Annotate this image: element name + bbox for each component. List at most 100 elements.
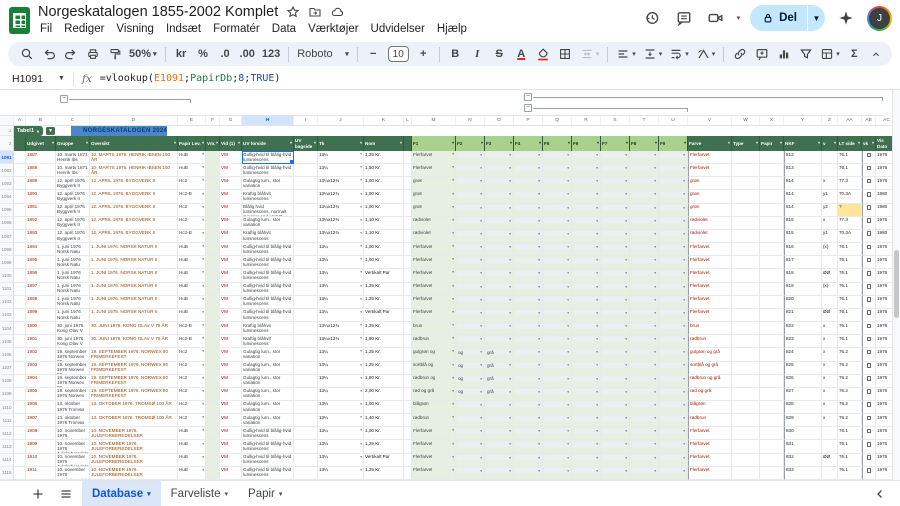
dropdown-pill[interactable]: ▾ bbox=[486, 324, 512, 329]
cell-T1112[interactable]: ▾ bbox=[630, 427, 659, 440]
dropdown-pill[interactable]: ▾ bbox=[457, 231, 483, 236]
cell-Z1101[interactable]: (x) bbox=[822, 283, 838, 296]
dropdown-pill[interactable]: ▾ bbox=[486, 179, 512, 184]
checkbox[interactable] bbox=[867, 218, 872, 223]
cell-Z1099[interactable] bbox=[822, 256, 838, 269]
cell-Q1097[interactable]: ▾ bbox=[543, 230, 572, 243]
decrease-decimal-button[interactable]: .0 bbox=[215, 44, 236, 64]
cell-D1105[interactable]: 30. JUNI 1976. KONG OLAV V 75 ÅR bbox=[90, 335, 178, 348]
dropdown-pill[interactable]: ▾ bbox=[573, 416, 599, 421]
dropdown-pill[interactable]: ▾ bbox=[544, 231, 570, 236]
checkbox[interactable] bbox=[867, 271, 872, 276]
cell-R1103[interactable]: ▾ bbox=[572, 309, 601, 322]
cell-G1099[interactable]: VM bbox=[220, 256, 242, 269]
cell-B1104[interactable]: 1900 bbox=[26, 322, 56, 335]
cell-I1092[interactable] bbox=[294, 164, 318, 177]
cell-N1106[interactable]: og▾ bbox=[456, 348, 485, 361]
checkbox[interactable] bbox=[867, 402, 872, 407]
cell-U1101[interactable]: ▾ bbox=[659, 283, 688, 296]
cell-H1114[interactable]: Gullig-hvid til blålig-hvid luminescens bbox=[242, 454, 294, 467]
cell-S1091[interactable]: ▾ bbox=[601, 151, 630, 164]
cell-T1102[interactable]: ▾ bbox=[630, 296, 659, 309]
cell-R1098[interactable]: ▾ bbox=[572, 243, 601, 256]
cell-Y1115[interactable]: 833 bbox=[784, 467, 822, 480]
cell-R1102[interactable]: ▾ bbox=[572, 296, 601, 309]
merge-cells-button[interactable]: ▾ bbox=[577, 44, 603, 64]
row-number[interactable]: 1104 bbox=[0, 322, 14, 335]
cell-AA1109[interactable]: 76.2 bbox=[838, 388, 862, 401]
meet-video-icon[interactable] bbox=[705, 7, 727, 29]
cell-Z1102[interactable] bbox=[822, 296, 838, 309]
menu-data[interactable]: Data bbox=[266, 22, 302, 36]
checkbox[interactable] bbox=[867, 205, 872, 210]
cell-A1102[interactable] bbox=[14, 296, 26, 309]
column-group-toggle[interactable]: − bbox=[60, 95, 68, 103]
column-letter-Q[interactable]: Q bbox=[543, 116, 572, 125]
cell-P1102[interactable]: ▾ bbox=[514, 296, 543, 309]
cell-R1108[interactable]: ▾ bbox=[572, 375, 601, 388]
cell-U1096[interactable]: ▾ bbox=[659, 217, 688, 230]
cell-U1103[interactable]: ▾ bbox=[659, 309, 688, 322]
cell-F1091[interactable] bbox=[206, 151, 220, 164]
dropdown-pill[interactable]: ▾ bbox=[602, 402, 628, 407]
cell-T1095[interactable]: ▾ bbox=[630, 204, 659, 217]
cell-V1092[interactable]: Flerfarvet bbox=[688, 164, 732, 177]
cell-J1105[interactable]: 13¼x12¾▾ bbox=[318, 335, 364, 348]
cell-F1110[interactable] bbox=[206, 401, 220, 414]
dropdown-cell[interactable]: Flerfarvet▾ bbox=[413, 309, 454, 314]
cell-C1093[interactable]: 12. april 1976 Byggverk II bbox=[56, 177, 90, 190]
dropdown-pill[interactable]: ▾ bbox=[573, 376, 599, 381]
cell-V1113[interactable]: Flerfarvet bbox=[688, 440, 732, 453]
row-number[interactable]: 1098 bbox=[0, 243, 14, 256]
cell-AA1102[interactable]: 76.1 bbox=[838, 296, 862, 309]
cell-P1091[interactable]: ▾ bbox=[514, 151, 543, 164]
cell-E1113[interactable]: HuB▾ bbox=[178, 440, 206, 453]
cell-U1110[interactable]: ▾ bbox=[659, 401, 688, 414]
dropdown-pill[interactable]: grå▾ bbox=[486, 363, 512, 368]
cell-R1100[interactable]: ▾ bbox=[572, 269, 601, 282]
cell-J1101[interactable]: 13¼▾ bbox=[318, 283, 364, 296]
dropdown-cell[interactable]: Hc2-B▾ bbox=[179, 230, 204, 235]
cell-U1099[interactable]: ▾ bbox=[659, 256, 688, 269]
dropdown-cell[interactable]: rødviolet▾ bbox=[413, 217, 454, 222]
cell-L1097[interactable] bbox=[404, 230, 412, 243]
cell-W1101[interactable] bbox=[732, 283, 760, 296]
cell-Q1094[interactable]: ▾ bbox=[543, 190, 572, 203]
cell-G1095[interactable]: VM bbox=[220, 204, 242, 217]
dropdown-pill[interactable]: ▾ bbox=[573, 166, 599, 171]
cell-W1095[interactable] bbox=[732, 204, 760, 217]
cell-A1098[interactable] bbox=[14, 243, 26, 256]
cell-P1098[interactable]: ▾ bbox=[514, 243, 543, 256]
cell-F1104[interactable] bbox=[206, 322, 220, 335]
cell-H1097[interactable]: Kraftig blåhvit luminescens bbox=[242, 230, 294, 243]
dropdown-pill[interactable]: ▾ bbox=[486, 205, 512, 210]
cell-M1109[interactable]: rød og grå▾ bbox=[412, 388, 456, 401]
cell-S1101[interactable]: ▾ bbox=[601, 283, 630, 296]
dropdown-pill[interactable]: ▾ bbox=[515, 231, 541, 236]
row-number[interactable]: 1105 bbox=[0, 335, 14, 348]
cell-G1115[interactable]: VM bbox=[220, 467, 242, 480]
cell-Z1113[interactable] bbox=[822, 440, 838, 453]
menu-indsæt[interactable]: Indsæt bbox=[160, 22, 207, 36]
dropdown-cell[interactable]: 13¼▾ bbox=[319, 362, 362, 367]
cell-AB1103[interactable] bbox=[862, 309, 876, 322]
dropdown-pill[interactable]: ▾ bbox=[515, 310, 541, 315]
dropdown-pill[interactable]: ▾ bbox=[660, 258, 686, 263]
dropdown-pill[interactable]: ▾ bbox=[515, 192, 541, 197]
dropdown-pill[interactable]: ▾ bbox=[631, 205, 657, 210]
cell-A1114[interactable] bbox=[14, 454, 26, 467]
dropdown-pill[interactable]: ▾ bbox=[515, 363, 541, 368]
font-select[interactable]: Roboto▾ bbox=[294, 44, 352, 64]
row-number[interactable]: 1091 bbox=[0, 151, 14, 164]
dropdown-cell[interactable]: HuB▾ bbox=[179, 467, 204, 472]
cell-P1099[interactable]: ▾ bbox=[514, 256, 543, 269]
cell-Z1094[interactable]: y1 bbox=[822, 190, 838, 203]
dropdown-pill[interactable]: ▾ bbox=[660, 310, 686, 315]
chevron-left-icon[interactable] bbox=[868, 483, 892, 505]
cell-L1093[interactable] bbox=[404, 177, 412, 190]
cell-V1095[interactable]: grøn bbox=[688, 204, 732, 217]
dropdown-pill[interactable]: ▾ bbox=[515, 166, 541, 171]
cell-F1113[interactable] bbox=[206, 440, 220, 453]
dropdown-cell[interactable]: 13¼▾ bbox=[319, 415, 362, 420]
dropdown-cell[interactable]: 13¼▾ bbox=[319, 454, 362, 459]
